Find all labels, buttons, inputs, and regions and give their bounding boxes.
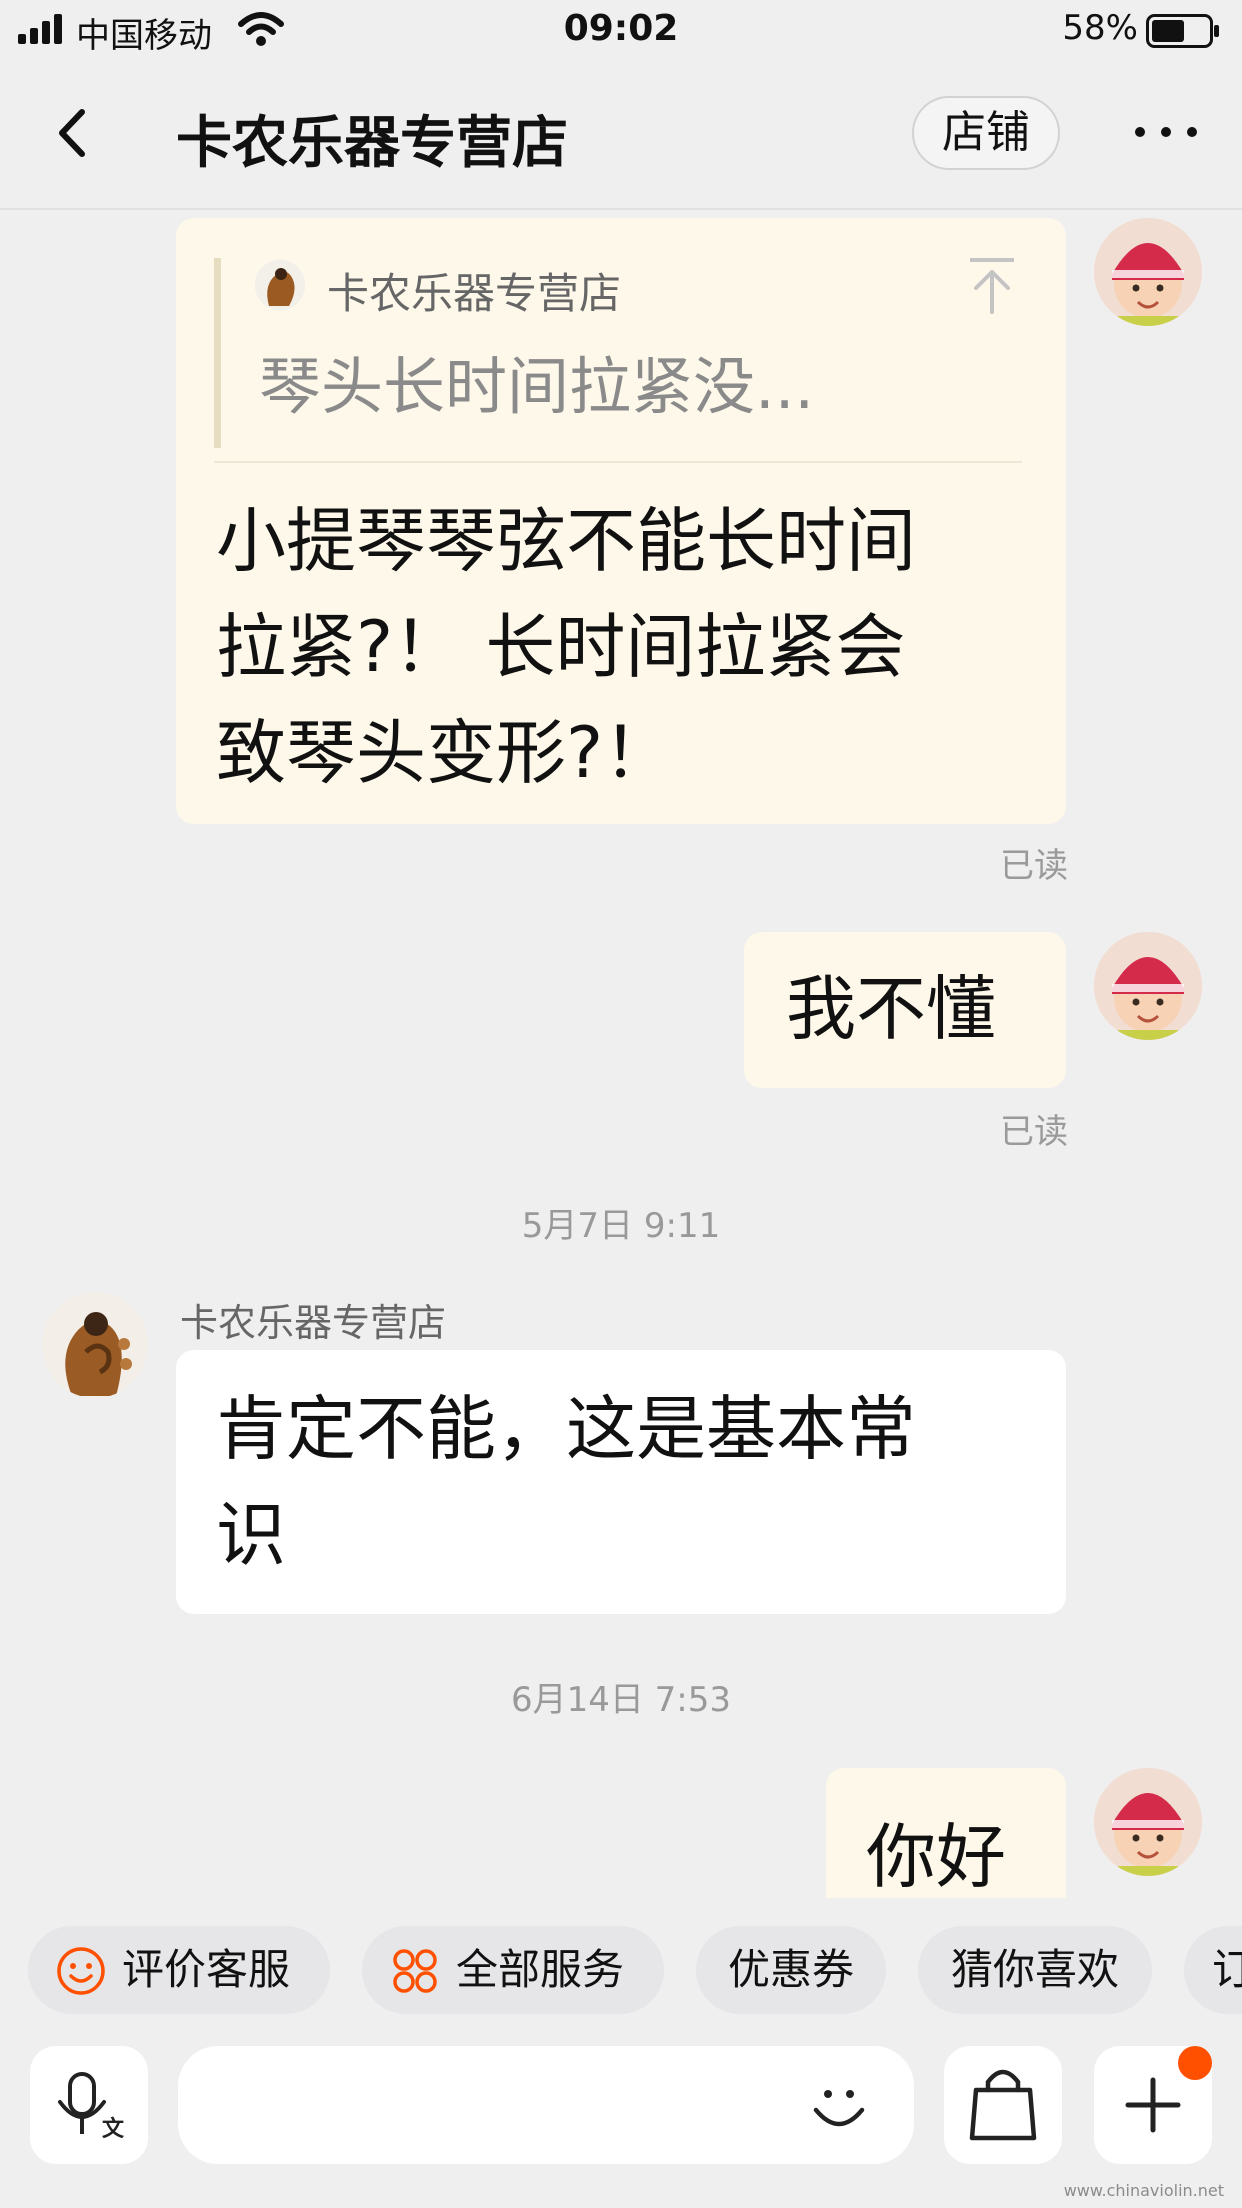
- message-line: 识: [216, 1494, 286, 1576]
- shop-logo-small: [255, 260, 305, 310]
- chip-label: 评价客服: [122, 1945, 291, 1994]
- baby-avatar-image: [1094, 1768, 1202, 1876]
- message-bubble-outgoing[interactable]: 我不懂: [744, 932, 1066, 1088]
- message-input[interactable]: [178, 2046, 914, 2164]
- message-text: 你好: [866, 1816, 1006, 1898]
- battery-percent: 58%: [1062, 8, 1138, 48]
- watermark: www.chinaviolin.net: [1063, 2181, 1224, 2200]
- rate-service-chip[interactable]: 评价客服: [28, 1926, 330, 2014]
- shop-button[interactable]: 店铺: [912, 96, 1060, 170]
- message-text: 肯定不能，这是基本常 识: [216, 1376, 916, 1588]
- shop-avatar[interactable]: [42, 1292, 148, 1398]
- baby-avatar-image: [1094, 932, 1202, 1040]
- chip-label: 全部服务: [456, 1945, 625, 1994]
- scroll-to-original-icon[interactable]: [966, 256, 1018, 314]
- chip-label: 订: [1212, 1945, 1242, 1994]
- recommend-chip[interactable]: 猜你喜欢: [918, 1926, 1152, 2014]
- message-bubble-outgoing[interactable]: 卡农乐器专营店 琴头长时间拉紧没... 小提琴琴弦不能长时间 拉紧?！ 长时间拉…: [176, 218, 1066, 824]
- quote-divider: [214, 461, 1022, 463]
- page-title: 卡农乐器专营店: [176, 111, 568, 176]
- violin-scroll-logo-image: [42, 1292, 148, 1398]
- clock: 09:02: [563, 8, 679, 49]
- message-line: 拉紧?！ 长时间拉紧会: [216, 606, 906, 688]
- message-bubble-incoming[interactable]: 肯定不能，这是基本常 识: [176, 1350, 1066, 1614]
- read-status: 已读: [1000, 846, 1068, 886]
- nav-bar: 卡农乐器专营店 店铺: [0, 62, 1242, 210]
- user-avatar[interactable]: [1094, 932, 1202, 1040]
- shopping-bag-icon: [969, 2069, 1037, 2141]
- quoted-message[interactable]: 卡农乐器专营店 琴头长时间拉紧没...: [214, 258, 1029, 448]
- baby-avatar-image: [1094, 218, 1202, 326]
- user-avatar[interactable]: [1094, 218, 1202, 326]
- timestamp: 6月14日 7:53: [510, 1680, 732, 1720]
- notification-dot: [1178, 2046, 1212, 2080]
- order-chip[interactable]: 订: [1184, 1926, 1242, 2014]
- more-dots-icon[interactable]: [1130, 112, 1202, 152]
- quote-sender-name: 卡农乐器专营店: [327, 269, 622, 318]
- message-line: 小提琴琴弦不能长时间: [216, 500, 916, 582]
- status-bar: 中国移动 09:02 58%: [0, 0, 1242, 62]
- coupon-chip[interactable]: 优惠券: [696, 1926, 886, 2014]
- four-circles-icon: [393, 1949, 437, 1993]
- quote-text: 琴头长时间拉紧没...: [259, 350, 815, 423]
- user-avatar[interactable]: [1094, 1768, 1202, 1876]
- sender-name: 卡农乐器专营店: [180, 1301, 447, 1345]
- message-line: 肯定不能，这是基本常: [216, 1388, 916, 1470]
- chip-label: 猜你喜欢: [950, 1945, 1119, 1994]
- timestamp: 5月7日 9:11: [521, 1206, 721, 1246]
- voice-translate-icon: 文: [58, 2072, 125, 2142]
- svg-text:文: 文: [102, 2116, 125, 2142]
- cart-button[interactable]: [944, 2046, 1062, 2164]
- voice-button[interactable]: 文: [30, 2046, 148, 2164]
- smiley-icon: [57, 1947, 105, 1995]
- battery-icon: [1146, 14, 1219, 48]
- read-status: 已读: [1000, 1112, 1068, 1152]
- chip-label: 优惠券: [727, 1945, 854, 1994]
- message-bubble-outgoing[interactable]: 你好: [826, 1768, 1066, 1898]
- all-services-chip[interactable]: 全部服务: [362, 1926, 664, 2014]
- message-text: 我不懂: [786, 968, 996, 1050]
- message-text: 小提琴琴弦不能长时间 拉紧?！ 长时间拉紧会 致琴头变形?！: [216, 488, 916, 806]
- smiley-face-icon[interactable]: [806, 2072, 872, 2138]
- message-line: 致琴头变形?！: [216, 712, 674, 794]
- chevron-left-icon[interactable]: [44, 98, 108, 168]
